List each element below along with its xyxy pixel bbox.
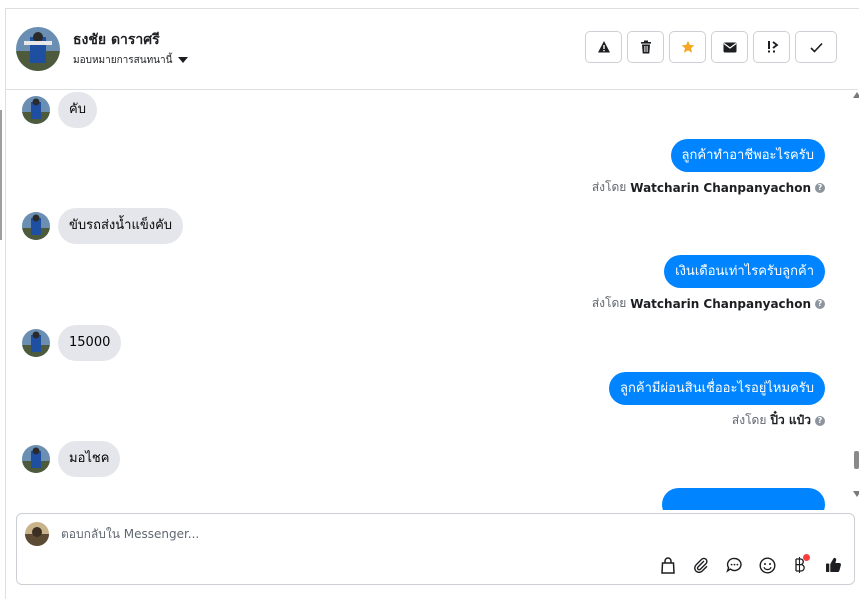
reply-input[interactable] xyxy=(61,527,661,541)
follow-up-icon xyxy=(767,41,778,53)
bag-icon[interactable] xyxy=(657,554,679,576)
composer-toolbar xyxy=(657,554,844,576)
done-button[interactable] xyxy=(795,31,837,63)
sent-by-label: ส่งโดย xyxy=(731,413,767,427)
sender-name: Watcharin Chanpanyachon xyxy=(630,180,811,195)
reply-composer xyxy=(16,513,855,585)
sent-by-line: ส่งโดย Watcharin Chanpanyachon ? xyxy=(592,178,825,197)
follow-up-button[interactable] xyxy=(753,31,790,63)
help-icon[interactable]: ? xyxy=(815,298,825,309)
trash-icon xyxy=(640,40,651,54)
contact-name: ธงชัย ดาราศรี xyxy=(73,32,160,48)
contact-avatar-small xyxy=(22,329,50,357)
scrollbar-thumb[interactable] xyxy=(854,451,859,469)
thumbs-up-icon[interactable] xyxy=(822,554,844,576)
incoming-message: มอไชค xyxy=(22,441,121,477)
contact-avatar-small xyxy=(22,445,50,473)
incoming-message: 15000 xyxy=(22,325,122,361)
message-bubble: ขับรถส่งน้ำแข็งคับ xyxy=(58,208,184,244)
conversation-actions xyxy=(585,31,837,63)
contact-avatar-small xyxy=(22,212,50,240)
help-icon[interactable]: ? xyxy=(815,182,825,193)
star-button[interactable] xyxy=(669,31,706,63)
sent-by-label: ส่งโดย xyxy=(591,180,627,194)
envelope-icon xyxy=(723,42,736,52)
message-bubble: คับ xyxy=(58,92,97,128)
incoming-message: ขับรถส่งน้ำแข็งคับ xyxy=(22,208,184,244)
sent-by-line: ส่งโดย ปิ๋ว แป๋ว ? xyxy=(732,411,825,430)
caret-down-icon xyxy=(178,56,189,63)
message-thread[interactable]: คับ ลูกค้าทำอาชีพอะไรครับ ส่งโดย Watchar… xyxy=(5,90,850,510)
outgoing-message-bubble: ลูกค้ามีผ่อนสินเชื่ออะไรอยู่ไหมครับ xyxy=(609,372,825,405)
mark-unread-button[interactable] xyxy=(711,31,748,63)
assign-conversation-dropdown[interactable]: มอบหมายการสนทนานี้ xyxy=(73,53,189,68)
sent-by-label: ส่งโดย xyxy=(591,296,627,310)
scroll-up-arrow-icon[interactable] xyxy=(853,92,859,98)
sender-name: ปิ๋ว แป๋ว xyxy=(770,413,811,427)
contact-avatar-small xyxy=(22,96,50,124)
paperclip-icon[interactable] xyxy=(690,554,712,576)
notification-dot xyxy=(803,554,810,561)
message-bubble: 15000 xyxy=(58,325,122,361)
conversation-header: ธงชัย ดาราศรี มอบหมายการสนทนานี้ xyxy=(5,9,858,90)
emoji-icon[interactable] xyxy=(756,554,778,576)
message-bubble: มอไชค xyxy=(58,441,121,477)
outgoing-message-bubble-partial xyxy=(662,488,825,510)
saved-reply-icon[interactable] xyxy=(723,554,745,576)
sender-name: Watcharin Chanpanyachon xyxy=(630,296,811,311)
scroll-down-arrow-icon[interactable] xyxy=(853,491,859,497)
warning-icon xyxy=(597,41,610,53)
outgoing-message-bubble: ลูกค้าทำอาชีพอะไรครับ xyxy=(670,139,825,172)
star-icon xyxy=(681,40,694,53)
sent-by-line: ส่งโดย Watcharin Chanpanyachon ? xyxy=(592,294,825,313)
check-icon xyxy=(809,42,823,53)
assign-label: มอบหมายการสนทนานี้ xyxy=(73,55,173,66)
outgoing-message-bubble: เงินเดือนเท่าไรครับลูกค้า xyxy=(664,255,825,288)
incoming-message: คับ xyxy=(22,92,97,128)
delete-button[interactable] xyxy=(627,31,664,63)
left-scroll-edge xyxy=(0,110,2,240)
baht-icon[interactable] xyxy=(789,554,811,576)
help-icon[interactable]: ? xyxy=(815,415,825,426)
contact-avatar[interactable] xyxy=(16,27,60,71)
page-avatar xyxy=(25,522,49,546)
spam-button[interactable] xyxy=(585,31,622,63)
